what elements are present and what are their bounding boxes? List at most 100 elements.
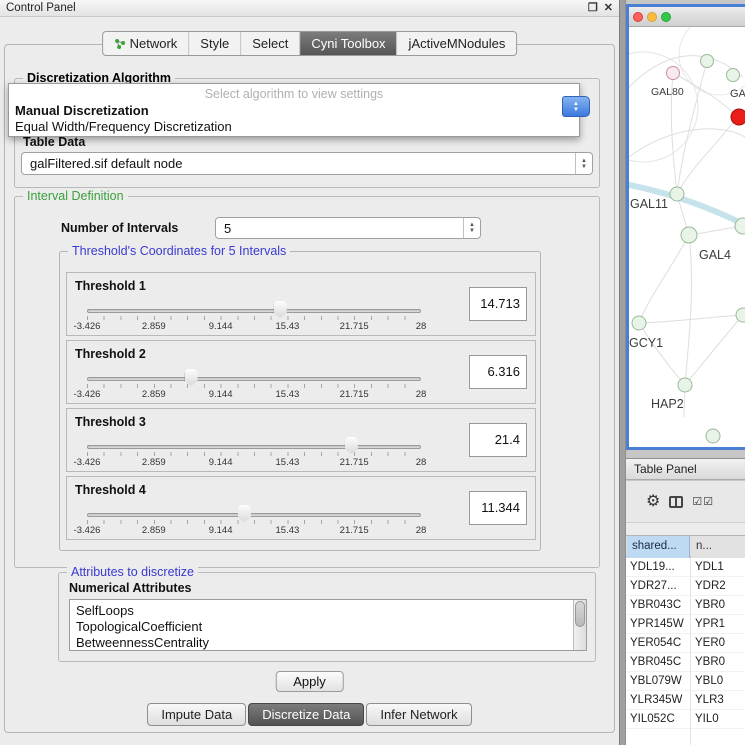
table-cell[interactable]: YBL0 — [695, 672, 745, 691]
tick-label: 2.859 — [142, 525, 166, 536]
column-header-name[interactable]: n... — [691, 536, 745, 558]
threshold-3-value-field[interactable]: 21.4 — [469, 423, 527, 457]
node-gal80[interactable] — [667, 67, 680, 80]
close-traffic-light-icon[interactable] — [633, 12, 643, 22]
list-item[interactable]: TopologicalCoefficient — [70, 619, 586, 635]
table-cell[interactable]: YDL1 — [695, 558, 745, 577]
table-cell[interactable]: YDL19... — [630, 558, 690, 577]
close-window-icon[interactable]: ✕ — [604, 1, 613, 14]
tab-select[interactable]: Select — [240, 32, 299, 55]
threshold-3-slider[interactable]: -3.4262.8599.14415.4321.71528 — [87, 435, 421, 471]
threshold-4-slider[interactable]: -3.4262.8599.14415.4321.71528 — [87, 503, 421, 539]
gear-icon[interactable]: ⚙ — [646, 494, 660, 510]
table-cell[interactable]: YBR0 — [695, 596, 745, 615]
table-panel-header[interactable]: Table Panel — [626, 458, 745, 480]
zoom-traffic-light-icon[interactable] — [661, 12, 671, 22]
tab-discretize-data[interactable]: Discretize Data — [248, 703, 364, 726]
float-window-icon[interactable]: ❐ — [588, 1, 598, 14]
tab-cyni-toolbox-label: Cyni Toolbox — [311, 36, 385, 51]
slider-track[interactable] — [87, 309, 421, 313]
spinner-stepper-icon[interactable]: ▲ ▼ — [463, 218, 480, 238]
node[interactable] — [701, 55, 714, 68]
slider-track[interactable] — [87, 377, 421, 381]
network-graph: GAL80 GA GAL11 GAL4 GCY1 HAP2 — [629, 27, 745, 447]
tab-cyni-toolbox[interactable]: Cyni Toolbox — [299, 32, 396, 55]
numerical-attributes-label: Numerical Attributes — [69, 581, 191, 595]
tab-impute-data[interactable]: Impute Data — [147, 703, 246, 726]
table-data-combo[interactable]: galFiltered.sif default node ▲ ▼ — [21, 152, 593, 175]
node-gcy1[interactable] — [632, 316, 646, 330]
list-scrollbar[interactable] — [573, 600, 586, 650]
node[interactable] — [727, 69, 740, 82]
slider-track[interactable] — [87, 445, 421, 449]
tick-label: 2.859 — [142, 321, 166, 332]
algorithm-option-equal-width[interactable]: Equal Width/Frequency Discretization — [15, 119, 573, 134]
table-row[interactable]: YDR27... YDR2 — [626, 577, 745, 596]
tick-label: -3.426 — [74, 389, 101, 400]
columns-icon[interactable] — [669, 496, 683, 508]
table-cell[interactable]: YLR345W — [630, 691, 690, 710]
table-cell[interactable]: YBR0 — [695, 653, 745, 672]
arrow-down-icon: ▼ — [581, 164, 587, 170]
apply-button[interactable]: Apply — [275, 671, 344, 692]
table-row[interactable]: YLR345W YLR3 — [626, 691, 745, 710]
node-hap2[interactable] — [678, 378, 692, 392]
table-cell[interactable]: YDR27... — [630, 577, 690, 596]
node[interactable] — [736, 308, 745, 322]
table-cell[interactable]: YPR1 — [695, 615, 745, 634]
number-of-intervals-spinner[interactable]: 5 ▲ ▼ — [215, 217, 481, 239]
tab-infer-network[interactable]: Infer Network — [366, 703, 471, 726]
table-cell[interactable]: YIL0 — [695, 710, 745, 729]
combo-stepper-icon[interactable]: ▲ ▼ — [575, 153, 592, 174]
table-header-row: shared... n... — [626, 535, 745, 557]
table-row[interactable]: YDL19... YDL1 — [626, 558, 745, 577]
tab-style[interactable]: Style — [188, 32, 240, 55]
table-row[interactable]: YBR043C YBR0 — [626, 596, 745, 615]
tick-label: 15.43 — [276, 321, 300, 332]
scrollbar-thumb[interactable] — [575, 601, 585, 627]
node-gal11[interactable] — [670, 187, 684, 201]
thresholds-group-title: Threshold's Coordinates for 5 Intervals — [68, 244, 290, 258]
select-columns-icon[interactable]: ☑☑ — [692, 495, 714, 508]
tick-label: 2.859 — [142, 389, 166, 400]
list-item[interactable]: BetweennessCentrality — [70, 635, 586, 651]
node-selected-red[interactable] — [731, 109, 745, 125]
tab-network[interactable]: Network — [103, 32, 189, 55]
algorithm-option-manual[interactable]: Manual Discretization — [15, 103, 573, 118]
column-header-shared-name[interactable]: shared... — [627, 536, 690, 558]
table-row[interactable]: YBL079W YBL0 — [626, 672, 745, 691]
table-cell[interactable]: YER054C — [630, 634, 690, 653]
tab-jactivemnodules[interactable]: jActiveMNodules — [397, 32, 517, 55]
threshold-2-value-field[interactable]: 6.316 — [469, 355, 527, 389]
window-title: Control Panel — [6, 2, 76, 14]
slider-track[interactable] — [87, 513, 421, 517]
table-cell[interactable]: YER0 — [695, 634, 745, 653]
number-of-intervals-label: Number of Intervals — [61, 221, 178, 235]
interval-definition-group: Interval Definition Number of Intervals … — [14, 196, 600, 568]
table-row[interactable]: YBR045C YBR0 — [626, 653, 745, 672]
table-row[interactable]: YIL052C YIL0 — [626, 710, 745, 729]
network-canvas[interactable]: GAL80 GA GAL11 GAL4 GCY1 HAP2 — [629, 27, 745, 447]
table-cell[interactable]: YBR043C — [630, 596, 690, 615]
panel-divider[interactable] — [619, 0, 626, 745]
node[interactable] — [706, 429, 720, 443]
node-gal4[interactable] — [681, 227, 697, 243]
numerical-attributes-list[interactable]: SelfLoopsTopologicalCoefficientBetweenne… — [69, 599, 587, 651]
table-cell[interactable]: YDR2 — [695, 577, 745, 596]
algorithm-combo-stepper-icon[interactable]: ▲ ▼ — [562, 96, 590, 117]
table-cell[interactable]: YPR145W — [630, 615, 690, 634]
table-cell[interactable]: YBR045C — [630, 653, 690, 672]
threshold-1-slider[interactable]: -3.4262.8599.14415.4321.71528 — [87, 299, 421, 335]
minimize-traffic-light-icon[interactable] — [647, 12, 657, 22]
list-item[interactable]: SelfLoops — [70, 603, 586, 619]
table-cell[interactable]: YLR3 — [695, 691, 745, 710]
threshold-2-slider[interactable]: -3.4262.8599.14415.4321.71528 — [87, 367, 421, 403]
table-row[interactable]: YPR145W YPR1 — [626, 615, 745, 634]
threshold-4-value-field[interactable]: 11.344 — [469, 491, 527, 525]
threshold-1-value-field[interactable]: 14.713 — [469, 287, 527, 321]
table-cell[interactable]: YBL079W — [630, 672, 690, 691]
table-row[interactable]: YER054C YER0 — [626, 634, 745, 653]
threshold-3-panel: Threshold 3 -3.4262.8599.14415.4321.7152… — [66, 408, 536, 472]
table-cell[interactable]: YIL052C — [630, 710, 690, 729]
tick-label: 2.859 — [142, 457, 166, 468]
